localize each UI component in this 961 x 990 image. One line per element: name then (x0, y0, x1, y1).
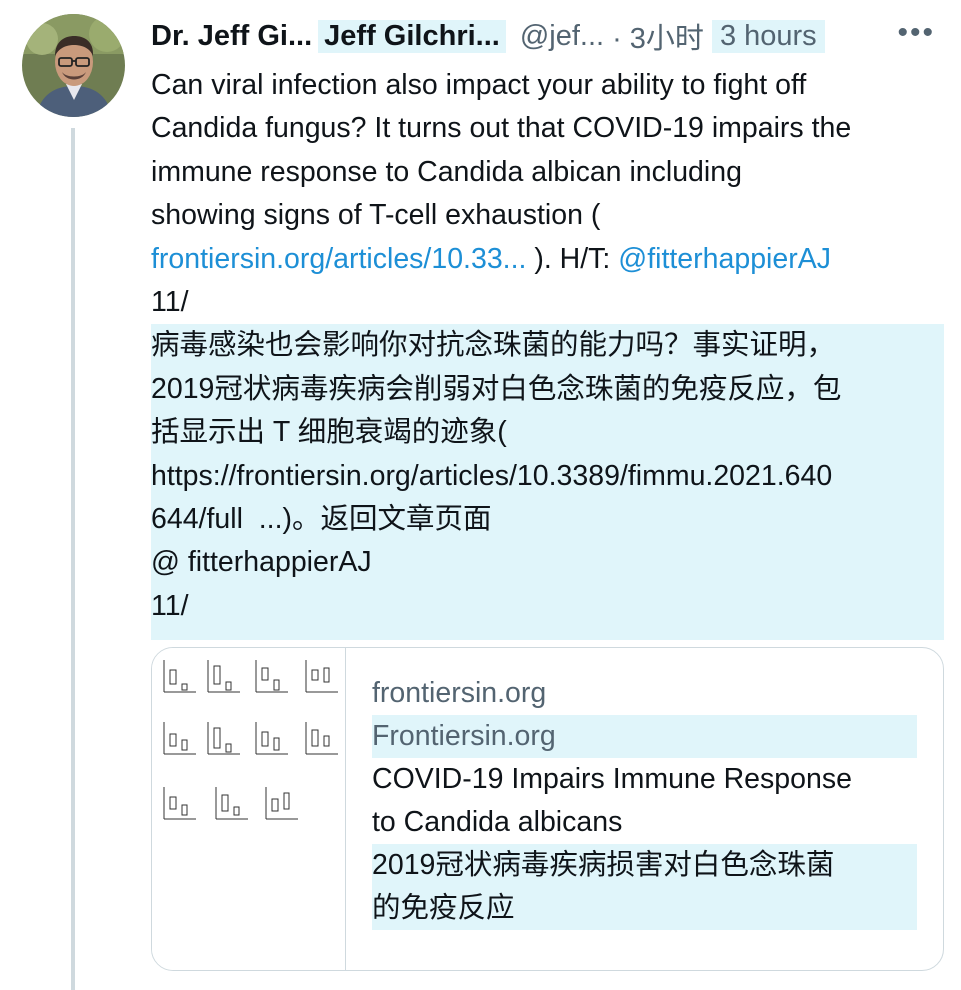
card-title-translated-line: 2019冠状病毒疾病损害对白色念珠菌 (372, 849, 835, 881)
translation-line: 644/full ...)。返回文章页面 (151, 503, 492, 536)
card-domain: frontiersin.org (372, 677, 547, 709)
card-title-line: to Candida albicans (372, 806, 623, 838)
card-title-translated-line: 的免疫反应 (372, 892, 515, 924)
card-title-translated: 2019冠状病毒疾病损害对白色念珠菌 的免疫反应 (372, 844, 917, 930)
translation-block: 病毒感染也会影响你对抗念珠菌的能力吗？事实证明， 2019冠状病毒疾病会削弱对白… (151, 324, 944, 641)
avatar-photo (22, 14, 125, 117)
author-name-translated: Jeff Gilchri... (318, 19, 506, 53)
avatar[interactable] (22, 14, 125, 117)
translation-line: 11/ (151, 589, 189, 622)
translation-line: 病毒感染也会影响你对抗念珠菌的能力吗？事实证明， (151, 329, 836, 362)
more-options-icon[interactable]: ••• (897, 16, 935, 50)
card-title-line: COVID-19 Impairs Immune Response (372, 763, 852, 795)
tweet-text-line: showing signs of T-cell exhaustion ( (151, 199, 601, 232)
translation-line: @ fitterhappierAJ (151, 546, 372, 579)
link-preview-card[interactable]: frontiersin.org Frontiersin.org COVID-19… (151, 647, 944, 971)
tweet-text: Can viral infection also impact your abi… (151, 64, 951, 641)
card-text: frontiersin.org Frontiersin.org COVID-19… (372, 672, 922, 930)
tweet-text-line: Can viral infection also impact your abi… (151, 69, 807, 101)
thread-number: 11/ (151, 286, 189, 319)
thread-connector-line (71, 128, 75, 990)
translation-line: https://frontiersin.org/articles/10.3389… (151, 459, 833, 492)
author-name[interactable]: Dr. Jeff Gi... (151, 20, 312, 53)
translation-line: 2019冠状病毒疾病会削弱对白色念珠菌的免疫反应，包 (151, 372, 842, 405)
tweet-timestamp-translated: 3 hours (711, 19, 825, 53)
tweet-text-line: immune response to Candida albican inclu… (151, 155, 742, 188)
card-domain-translated: Frontiersin.org (372, 715, 917, 758)
tweet-header: Dr. Jeff Gi... Jeff Gilchri... @jef... ·… (151, 14, 951, 58)
tweet-timestamp[interactable]: · 3小时 (612, 15, 704, 57)
translation-line: 括显示出 T 细胞衰竭的迹象( (151, 416, 507, 449)
mention-link[interactable]: @fitterhappierAJ (618, 243, 831, 275)
link-suffix: ). H/T: (534, 242, 619, 275)
tweet-link-line: frontiersin.org/articles/10.33... ). H/T… (151, 238, 951, 281)
figure-thumbnail-image (163, 660, 338, 820)
tweet-text-line: Candida fungus? It turns out that COVID-… (151, 112, 852, 145)
author-handle[interactable]: @jef... (520, 20, 604, 53)
article-link[interactable]: frontiersin.org/articles/10.33... (151, 243, 526, 275)
card-thumbnail (152, 648, 346, 970)
